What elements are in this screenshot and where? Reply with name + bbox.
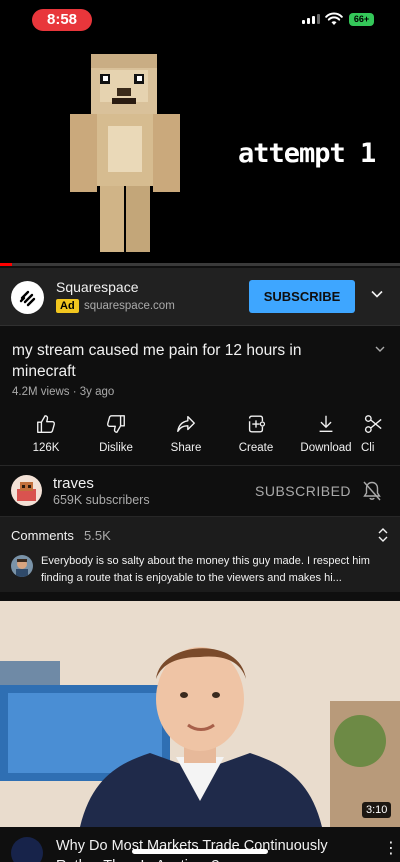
channel-avatar[interactable] (11, 475, 42, 506)
ad-url[interactable]: squarespace.com (84, 300, 175, 312)
video-meta[interactable]: 4.2M views · 3y ago (12, 386, 114, 398)
create-label: Create (238, 442, 274, 454)
ad-badge: Ad (56, 299, 79, 313)
dislike-button[interactable]: Dislike (81, 412, 151, 454)
status-bar: 8:58 66+ (0, 0, 400, 40)
home-indicator[interactable] (132, 849, 268, 854)
ad-advertiser-name: Squarespace (56, 279, 139, 295)
chevron-down-icon[interactable] (369, 286, 385, 302)
share-button[interactable]: Share (151, 412, 221, 454)
comments-label: Comments (11, 528, 74, 543)
expand-collapse-icon[interactable] (376, 526, 390, 544)
more-options-icon[interactable]: ⋮ (383, 838, 399, 858)
ad-banner[interactable]: Squarespace Ad squarespace.com SUBSCRIBE (0, 268, 400, 326)
video-title[interactable]: my stream caused me pain for 12 hours in… (12, 340, 352, 382)
video-duration-badge: 3:10 (362, 802, 392, 818)
create-icon (248, 415, 266, 433)
presenter-thumbnail-image (0, 601, 400, 827)
notification-bell-off-icon[interactable] (362, 480, 382, 502)
subscriber-count: 659K subscribers (53, 493, 150, 507)
expand-description-icon[interactable] (373, 342, 387, 356)
thumbs-down-icon (106, 415, 125, 433)
video-progress-fill (0, 263, 12, 266)
thumbs-up-icon (37, 415, 56, 433)
next-video-thumbnail[interactable] (0, 601, 400, 827)
create-button[interactable]: Create (221, 412, 291, 454)
comments-panel[interactable]: Comments 5.5K Everybody is so salty abou… (0, 517, 400, 600)
clip-button[interactable]: Cli (361, 412, 400, 454)
squarespace-logo-icon (11, 281, 44, 314)
download-button[interactable]: Download (291, 412, 361, 454)
cellular-signal-icon (302, 14, 320, 24)
top-comment-text: Everybody is so salty about the money th… (41, 555, 370, 584)
ad-subscribe-button[interactable]: SUBSCRIBE (249, 280, 355, 313)
scissors-icon (364, 415, 382, 433)
video-progress-bar[interactable] (0, 263, 400, 266)
battery-indicator: 66+ (349, 13, 374, 26)
wifi-icon (325, 12, 343, 25)
download-label: Download (300, 442, 352, 454)
video-overlay-text: attempt 1 (238, 138, 376, 169)
share-icon (177, 415, 195, 433)
like-button[interactable]: 126K (11, 412, 81, 454)
dislike-label: Dislike (99, 442, 133, 454)
action-bar: 126K Dislike Share Create Download Cli (0, 412, 400, 462)
like-count: 126K (32, 442, 60, 454)
subscribed-button[interactable]: SUBSCRIBED (255, 483, 351, 499)
clip-label: Cli (361, 442, 375, 454)
next-video-channel-avatar[interactable] (11, 837, 43, 862)
status-time[interactable]: 8:58 (32, 9, 92, 31)
commenter-avatar[interactable] (11, 555, 33, 577)
next-video-row[interactable]: Why Do Most Markets Trade Continuously R… (0, 827, 400, 862)
download-icon (319, 415, 333, 433)
comments-count: 5.5K (84, 528, 111, 543)
channel-row[interactable]: traves 659K subscribers SUBSCRIBED (0, 465, 400, 517)
share-label: Share (170, 442, 202, 454)
channel-name[interactable]: traves (53, 475, 94, 492)
